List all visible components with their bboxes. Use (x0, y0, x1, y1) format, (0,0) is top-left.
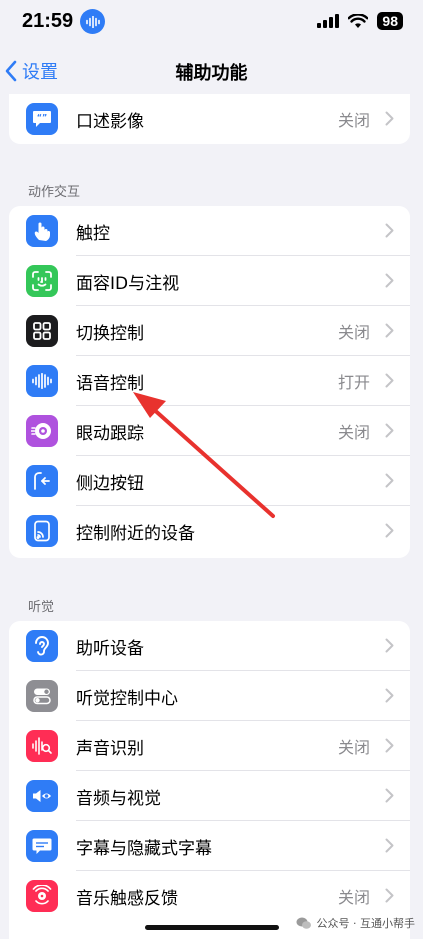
row-music-haptics[interactable]: 音乐触感反馈 关闭 (9, 871, 410, 921)
row-label: 助听设备 (76, 638, 144, 659)
side-button-icon (26, 465, 58, 497)
chevron-right-icon (385, 223, 394, 238)
chevron-right-icon (385, 423, 394, 438)
row-hearing-control-center[interactable]: 听觉控制中心 (9, 671, 410, 721)
toggles-icon (26, 680, 58, 712)
row-face-id[interactable]: 面容ID与注视 (9, 256, 410, 306)
watermark: 公众号 · 互通小帮手 (296, 915, 416, 931)
chevron-right-icon (385, 273, 394, 288)
eye-tracking-icon (26, 415, 58, 447)
sound-recognition-icon (26, 730, 58, 762)
cellular-signal-icon (317, 14, 340, 28)
wechat-icon (296, 917, 311, 929)
section-header-interaction: 动作交互 (28, 185, 81, 200)
row-label: 听觉控制中心 (76, 688, 178, 709)
status-right: 98 (317, 12, 403, 30)
row-nearby-devices[interactable]: 控制附近的设备 (9, 506, 410, 556)
subtitles-icon (26, 830, 58, 862)
hearing-card: 助听设备 听觉控制中心 声音识别 关闭 音频与视觉 字幕与隐藏式字幕 音乐触感反… (9, 621, 410, 939)
row-value: 关闭 (337, 738, 370, 757)
voice-control-icon (26, 365, 58, 397)
vision-card: “” 口述影像 关闭 (9, 94, 410, 144)
row-label: 触控 (76, 223, 110, 244)
chevron-right-icon (385, 688, 394, 703)
row-audio-descriptions[interactable]: “” 口述影像 关闭 (9, 94, 410, 144)
row-label: 侧边按钮 (76, 473, 144, 494)
row-label: 控制附近的设备 (76, 523, 195, 544)
row-label: 口述影像 (76, 111, 144, 132)
row-label: 语音控制 (76, 373, 144, 394)
row-label: 声音识别 (76, 738, 144, 759)
section-header-hearing: 听觉 (28, 600, 55, 615)
touch-hand-icon (26, 215, 58, 247)
page-title: 辅助功能 (175, 63, 248, 84)
row-label: 音乐触感反馈 (76, 888, 178, 909)
row-voice-control[interactable]: 语音控制 打开 (9, 356, 410, 406)
battery-indicator: 98 (377, 12, 403, 30)
row-label: 字幕与隐藏式字幕 (76, 838, 212, 859)
home-indicator[interactable] (145, 925, 279, 930)
row-label: 音频与视觉 (76, 788, 161, 809)
music-haptics-icon (26, 880, 58, 912)
switch-control-icon (26, 315, 58, 347)
row-value: 关闭 (337, 323, 370, 342)
face-id-icon (26, 265, 58, 297)
chevron-right-icon (385, 738, 394, 753)
row-eye-tracking[interactable]: 眼动跟踪 关闭 (9, 406, 410, 456)
row-value: 关闭 (337, 423, 370, 442)
chevron-right-icon (385, 373, 394, 388)
audio-description-icon: “” (26, 103, 58, 135)
chevron-right-icon (385, 523, 394, 538)
svg-text:“”: “” (37, 113, 48, 122)
speaker-eye-icon (26, 780, 58, 812)
chevron-right-icon (385, 888, 394, 903)
ear-icon (26, 630, 58, 662)
row-sound-recognition[interactable]: 声音识别 关闭 (9, 721, 410, 771)
watermark-text: 公众号 · 互通小帮手 (316, 917, 416, 930)
row-label: 面容ID与注视 (76, 273, 180, 294)
row-value: 关闭 (337, 111, 370, 130)
chevron-right-icon (385, 638, 394, 653)
nav-bar: 设置 辅助功能 (0, 50, 423, 94)
voice-control-status-icon (80, 9, 105, 34)
chevron-right-icon (385, 788, 394, 803)
chevron-right-icon (385, 323, 394, 338)
status-time: 21:59 (22, 10, 74, 32)
row-label: 切换控制 (76, 323, 144, 344)
interaction-card: 触控 面容ID与注视 切换控制 关闭 语音控制 打开 眼动跟踪 关闭 侧边按钮 … (9, 206, 410, 558)
wifi-icon (348, 13, 369, 28)
chevron-right-icon (385, 838, 394, 853)
row-subtitles[interactable]: 字幕与隐藏式字幕 (9, 821, 410, 871)
status-bar: 21:59 98 (0, 0, 423, 46)
row-switch-control[interactable]: 切换控制 关闭 (9, 306, 410, 356)
row-side-button[interactable]: 侧边按钮 (9, 456, 410, 506)
row-touch[interactable]: 触控 (9, 206, 410, 256)
row-label: 眼动跟踪 (76, 423, 144, 444)
nearby-devices-icon (26, 515, 58, 547)
row-value: 打开 (337, 373, 370, 392)
chevron-right-icon (385, 473, 394, 488)
row-audio-visual[interactable]: 音频与视觉 (9, 771, 410, 821)
chevron-right-icon (385, 111, 394, 126)
row-hearing-devices[interactable]: 助听设备 (9, 621, 410, 671)
row-value: 关闭 (337, 888, 370, 907)
